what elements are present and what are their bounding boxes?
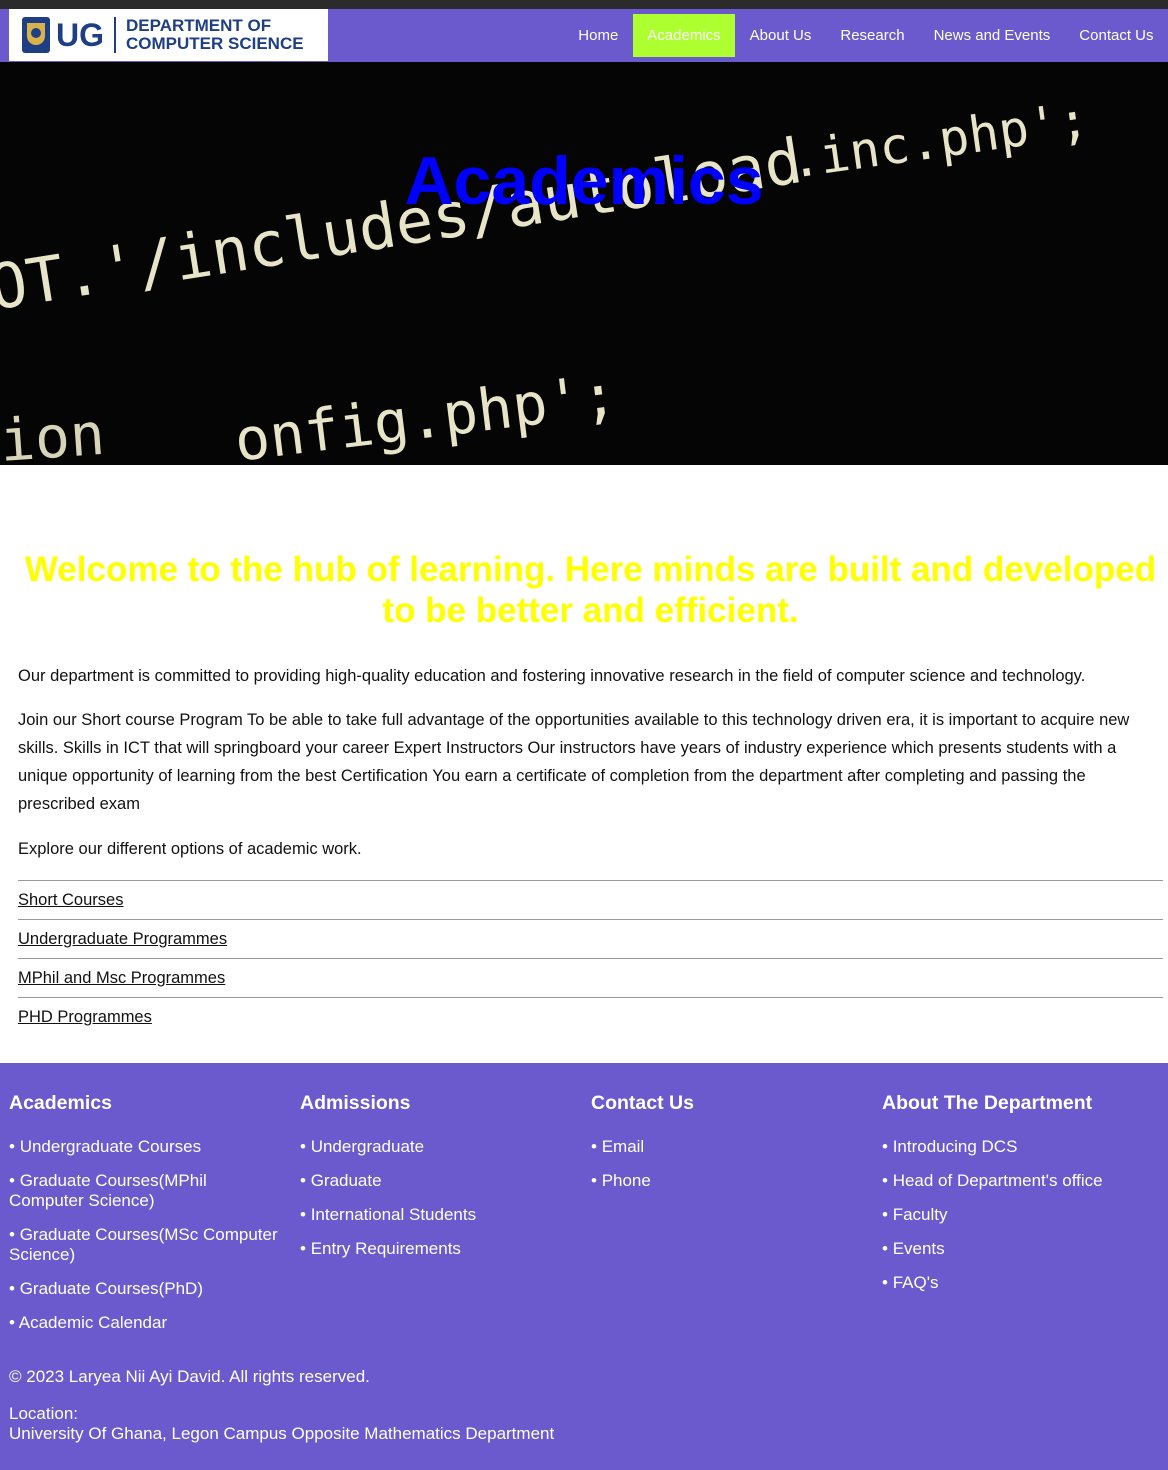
academic-options-list: Short Courses Undergraduate Programmes M… bbox=[18, 880, 1163, 1036]
ug-crest-icon bbox=[22, 17, 50, 53]
footer-link[interactable]: Introducing DCS bbox=[882, 1137, 1152, 1157]
location-text: University Of Ghana, Legon Campus Opposi… bbox=[9, 1424, 555, 1443]
welcome-heading: Welcome to the hub of learning. Here min… bbox=[24, 550, 1157, 630]
footer-link[interactable]: Email bbox=[591, 1137, 861, 1157]
link-phd-programmes[interactable]: PHD Programmes bbox=[18, 1008, 152, 1026]
link-short-courses[interactable]: Short Courses bbox=[18, 891, 123, 909]
footer-about-column: About The Department Introducing DCS Hea… bbox=[882, 1089, 1152, 1307]
footer-about-title: About The Department bbox=[882, 1092, 1093, 1114]
site-footer: Academics Undergraduate Courses Graduate… bbox=[0, 1063, 1168, 1470]
copyright-text: © 2023 Laryea Nii Ayi David. All rights … bbox=[9, 1367, 370, 1386]
short-course-paragraph: Join our Short course Program To be able… bbox=[18, 711, 1130, 813]
page-title: Academics bbox=[404, 143, 764, 219]
logo-department-name: DEPARTMENT OF COMPUTER SCIENCE bbox=[126, 17, 304, 53]
logo-divider bbox=[114, 17, 116, 53]
list-item: Short Courses bbox=[18, 880, 1163, 919]
site-logo[interactable]: UG DEPARTMENT OF COMPUTER SCIENCE bbox=[9, 9, 328, 61]
list-item: MPhil and Msc Programmes bbox=[18, 958, 1163, 997]
hero-banner: .inc.php'; OT.'/includes/autoload ion on… bbox=[0, 62, 1168, 465]
footer-link[interactable]: Entry Requirements bbox=[300, 1239, 570, 1259]
footer-link[interactable]: Head of Department's office bbox=[882, 1171, 1152, 1191]
footer-link[interactable]: Graduate Courses(MSc Computer Science) bbox=[9, 1225, 279, 1265]
code-line: onfig.php'; bbox=[230, 360, 621, 465]
list-item: PHD Programmes bbox=[18, 997, 1163, 1036]
footer-link[interactable]: Graduate bbox=[300, 1171, 570, 1191]
logo-dept-line1: DEPARTMENT OF bbox=[126, 16, 272, 35]
footer-admissions-column: Admissions Undergraduate Graduate Intern… bbox=[300, 1089, 570, 1273]
explore-paragraph: Explore our different options of academi… bbox=[18, 840, 362, 858]
main-nav: Home Academics About Us Research News an… bbox=[564, 14, 1168, 57]
nav-home[interactable]: Home bbox=[564, 14, 633, 57]
location-block: Location: University Of Ghana, Legon Cam… bbox=[9, 1404, 554, 1444]
link-mphil-msc-programmes[interactable]: MPhil and Msc Programmes bbox=[18, 969, 225, 987]
logo-dept-line2: COMPUTER SCIENCE bbox=[126, 34, 304, 53]
footer-link[interactable]: Faculty bbox=[882, 1205, 1152, 1225]
location-label: Location: bbox=[9, 1404, 78, 1423]
footer-contact-title: Contact Us bbox=[591, 1092, 694, 1114]
nav-contact-us[interactable]: Contact Us bbox=[1065, 14, 1168, 57]
link-undergraduate-programmes[interactable]: Undergraduate Programmes bbox=[18, 930, 227, 948]
code-line: ion bbox=[0, 399, 107, 465]
footer-link[interactable]: Undergraduate Courses bbox=[9, 1137, 279, 1157]
footer-link[interactable]: Graduate Courses(PhD) bbox=[9, 1279, 279, 1299]
logo-ug-text: UG bbox=[56, 16, 104, 53]
footer-link[interactable]: Undergraduate bbox=[300, 1137, 570, 1157]
footer-link[interactable]: Events bbox=[882, 1239, 1152, 1259]
nav-news-and-events[interactable]: News and Events bbox=[919, 14, 1065, 57]
list-item: Undergraduate Programmes bbox=[18, 919, 1163, 958]
nav-academics[interactable]: Academics bbox=[632, 14, 736, 57]
main-content: Welcome to the hub of learning. Here min… bbox=[18, 465, 1163, 1036]
footer-admissions-title: Admissions bbox=[300, 1092, 411, 1114]
nav-about-us[interactable]: About Us bbox=[735, 14, 826, 57]
footer-link[interactable]: International Students bbox=[300, 1205, 570, 1225]
footer-link[interactable]: Graduate Courses(MPhil Computer Science) bbox=[9, 1171, 279, 1211]
footer-academics-column: Academics Undergraduate Courses Graduate… bbox=[9, 1089, 279, 1347]
footer-academics-title: Academics bbox=[9, 1092, 112, 1114]
footer-link[interactable]: FAQ's bbox=[882, 1273, 1152, 1293]
site-header: UG DEPARTMENT OF COMPUTER SCIENCE Home A… bbox=[0, 0, 1168, 62]
footer-link[interactable]: Academic Calendar bbox=[9, 1313, 279, 1333]
nav-research[interactable]: Research bbox=[826, 14, 919, 57]
footer-link[interactable]: Phone bbox=[591, 1171, 861, 1191]
intro-paragraph: Our department is committed to providing… bbox=[18, 667, 1086, 685]
footer-contact-column: Contact Us Email Phone bbox=[591, 1089, 861, 1205]
